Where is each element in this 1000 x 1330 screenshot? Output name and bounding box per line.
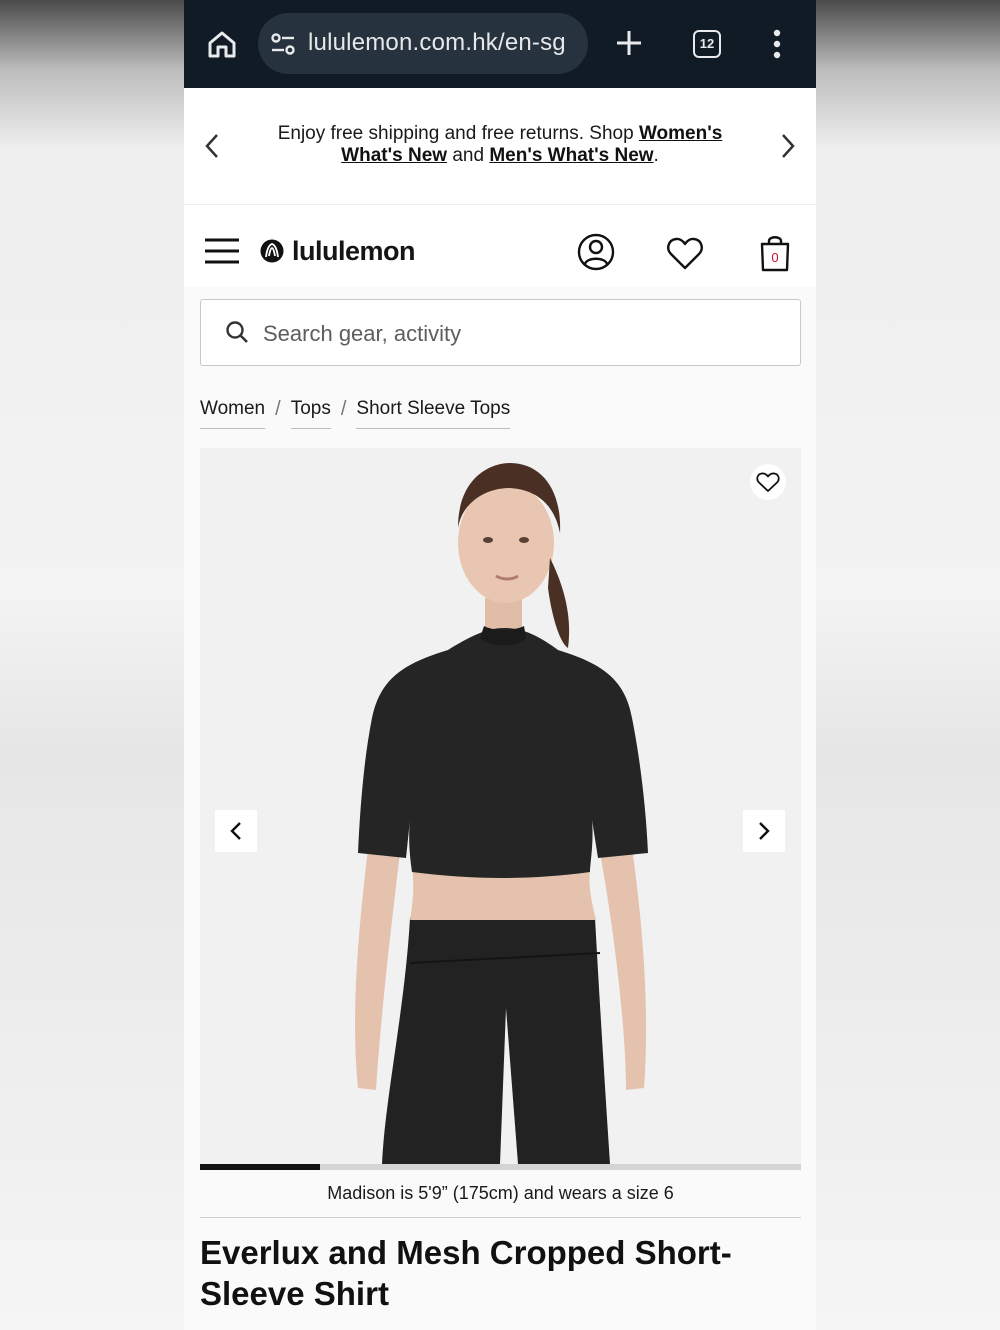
product-title: Everlux and Mesh Cropped Short-Sleeve Sh…	[200, 1234, 732, 1312]
address-bar[interactable]: lululemon.com.hk/en-sg	[258, 13, 588, 74]
backdrop-left	[0, 0, 184, 1330]
chevron-right-icon	[759, 822, 770, 840]
breadcrumb-short-sleeve-tops[interactable]: Short Sleeve Tops	[356, 398, 511, 429]
breadcrumb: Women / Tops / Short Sleeve Tops	[200, 398, 511, 432]
home-icon[interactable]	[206, 28, 238, 60]
search-box[interactable]	[200, 299, 801, 367]
model-size-caption: Madison is 5'9” (175cm) and wears a size…	[327, 1183, 674, 1203]
site-settings-icon[interactable]	[270, 31, 296, 57]
heart-outline-icon	[756, 472, 780, 492]
mens-whats-new-link[interactable]: Men's What's New	[489, 145, 653, 166]
promo-text-end: .	[653, 145, 659, 166]
logo-text: lululemon	[292, 235, 416, 266]
promo-text-start: Enjoy free shipping and free returns. Sh…	[277, 123, 639, 144]
more-vert-icon[interactable]	[772, 28, 782, 60]
breadcrumb-tops[interactable]: Tops	[290, 398, 331, 429]
breadcrumb-women[interactable]: Women	[200, 398, 266, 429]
tabs-icon[interactable]: 12	[693, 30, 721, 58]
lululemon-logo-icon	[260, 239, 284, 263]
search-input[interactable]	[261, 300, 785, 367]
product-image[interactable]	[200, 448, 801, 1164]
menu-icon[interactable]	[204, 237, 240, 265]
promo-banner: Enjoy free shipping and free returns. Sh…	[184, 88, 816, 205]
image-previous-button[interactable]	[215, 810, 257, 852]
backdrop-right	[816, 0, 1000, 1330]
divider	[200, 1217, 801, 1218]
new-tab-icon[interactable]	[614, 28, 644, 58]
promo-message: Enjoy free shipping and free returns. Sh…	[264, 123, 736, 167]
chevron-right-icon[interactable]	[778, 132, 798, 160]
site-header: lululemon 0	[184, 205, 816, 287]
search-icon	[226, 321, 248, 343]
bag-count: 0	[771, 250, 779, 265]
chevron-left-icon	[230, 822, 241, 840]
account-icon[interactable]	[577, 233, 615, 271]
logo[interactable]: lululemon	[260, 235, 416, 267]
gallery-progress-bar	[200, 1164, 801, 1170]
add-to-wishlist-button[interactable]	[750, 464, 786, 500]
phone-screen: lululemon.com.hk/en-sg 12 Enjoy free shi…	[184, 0, 816, 1330]
promo-text-and: and	[447, 145, 490, 166]
chevron-left-icon[interactable]	[202, 132, 222, 160]
wishlist-icon[interactable]	[666, 235, 704, 271]
url-text[interactable]: lululemon.com.hk/en-sg	[308, 29, 578, 57]
model-photo	[355, 463, 648, 1164]
image-next-button[interactable]	[743, 810, 785, 852]
browser-toolbar: lululemon.com.hk/en-sg 12	[184, 0, 816, 88]
breadcrumb-separator: /	[340, 398, 347, 420]
breadcrumb-separator: /	[275, 398, 281, 420]
gallery-progress-fill	[200, 1164, 321, 1170]
